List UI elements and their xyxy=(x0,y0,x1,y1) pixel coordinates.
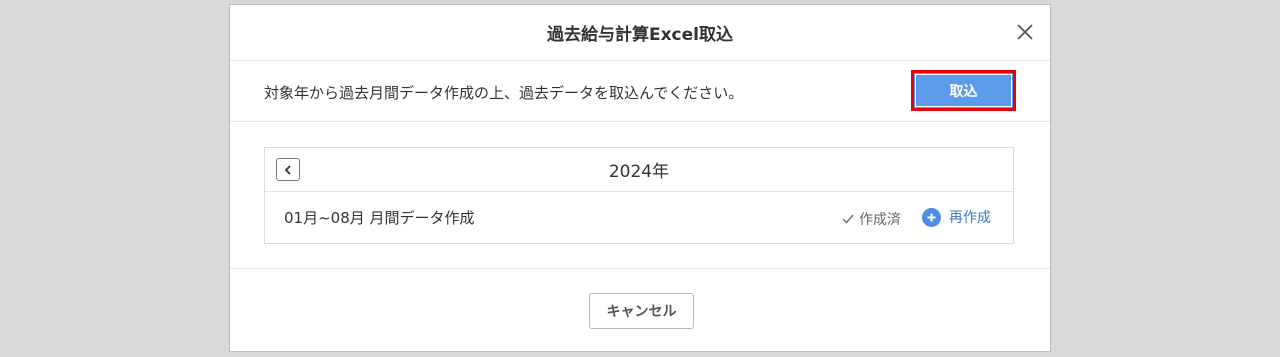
close-button[interactable] xyxy=(1014,21,1036,43)
plus-circle-icon xyxy=(922,207,941,227)
import-dialog: 過去給与計算Excel取込 対象年から過去月間データ作成の上、過去データを取込ん… xyxy=(229,4,1051,352)
year-label: 2024年 xyxy=(608,162,670,182)
dialog-title: 過去給与計算Excel取込 xyxy=(546,25,733,45)
recreate-label: 再作成 xyxy=(949,210,991,226)
month-range-label: 01月~08月 月間データ作成 xyxy=(284,209,475,227)
cancel-button[interactable]: キャンセル xyxy=(589,293,694,329)
close-icon xyxy=(1017,24,1033,40)
previous-year-button[interactable] xyxy=(276,158,300,181)
dialog-footer: キャンセル xyxy=(230,268,1050,352)
status-text: 作成済 xyxy=(859,212,901,228)
chevron-left-icon xyxy=(284,164,291,175)
dialog-header: 過去給与計算Excel取込 xyxy=(230,5,1050,61)
import-button-label: 取込 xyxy=(949,83,978,100)
status-badge: 作成済 xyxy=(841,209,901,229)
description-row: 対象年から過去月間データ作成の上、過去データを取込んでください。 取込 xyxy=(230,61,1050,122)
year-panel: 2024年 01月~08月 月間データ作成 作成済 再作成 xyxy=(264,147,1014,244)
check-icon xyxy=(842,214,854,224)
recreate-button[interactable]: 再作成 xyxy=(922,207,991,227)
list-item: 01月~08月 月間データ作成 作成済 再作成 xyxy=(265,192,1013,244)
import-button[interactable]: 取込 xyxy=(911,70,1016,111)
year-header: 2024年 xyxy=(265,148,1013,192)
dialog-description: 対象年から過去月間データ作成の上、過去データを取込んでください。 xyxy=(264,84,744,102)
